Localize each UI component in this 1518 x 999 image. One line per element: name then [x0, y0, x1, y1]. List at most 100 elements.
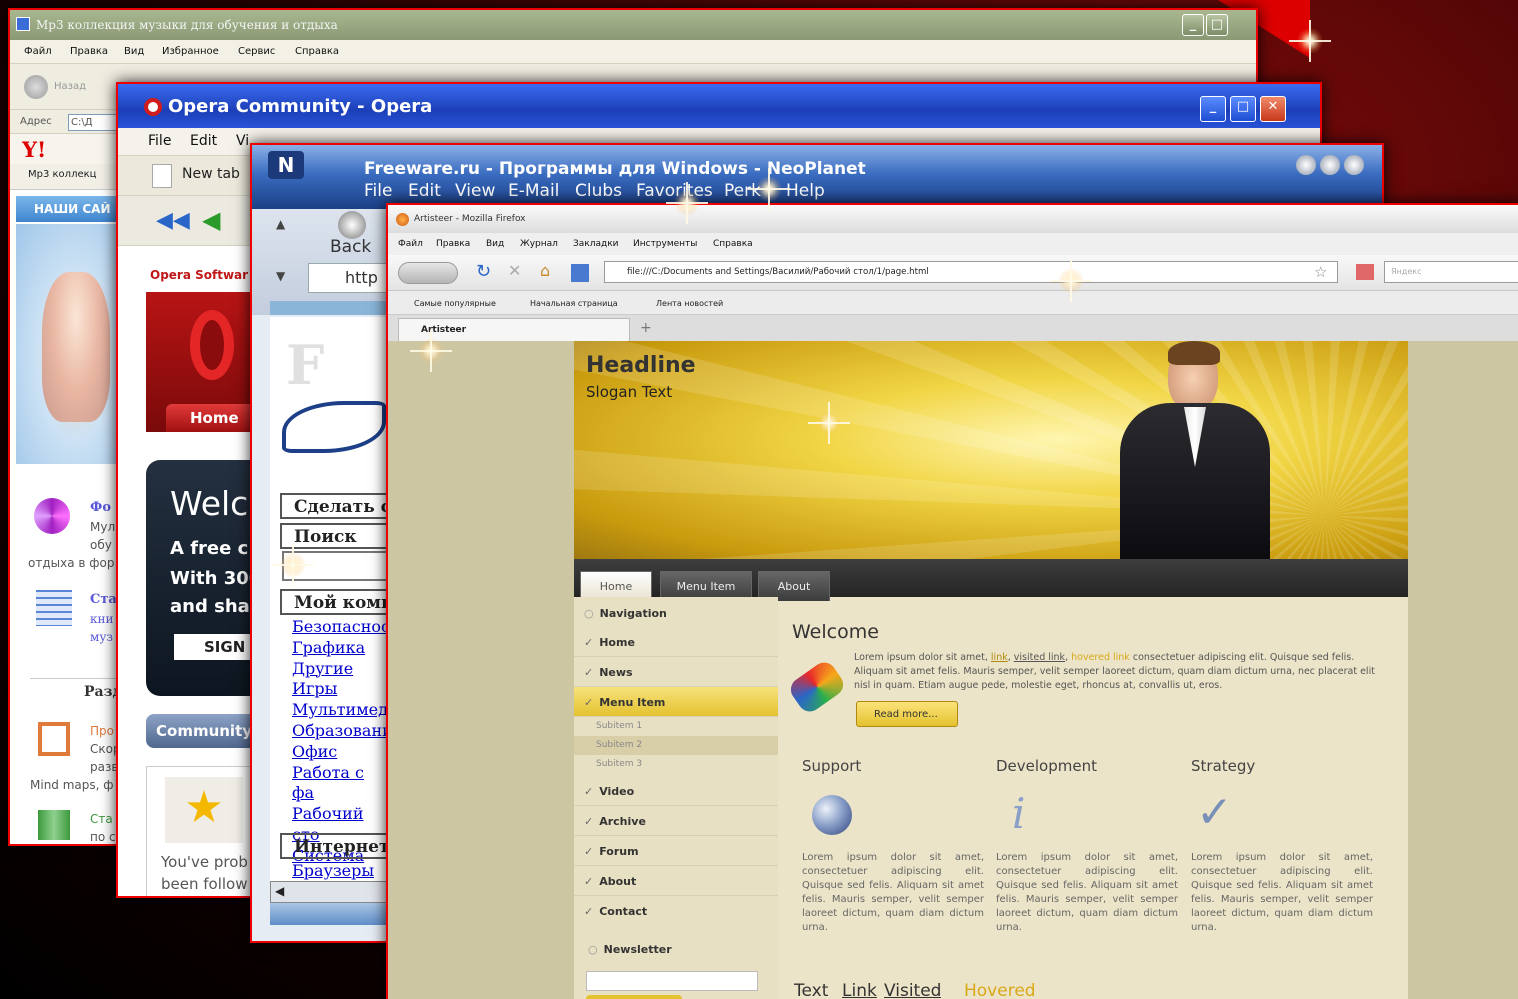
ie-minimize-button[interactable]: _ [1182, 14, 1204, 36]
sidebar-item-contact[interactable]: ✓ Contact [574, 896, 778, 926]
intro-visited-link[interactable]: visited link [1014, 652, 1065, 663]
opera-minimize-button[interactable]: _ [1200, 96, 1226, 122]
new-tab-plus-icon[interactable]: + [640, 320, 652, 336]
opera-sign-button[interactable]: SIGN [174, 634, 256, 660]
firefox-search-input[interactable]: Яндекс [1384, 261, 1518, 283]
neoplanet-hscrollbar[interactable]: ◀ [270, 881, 390, 903]
neoplanet-menu-clubs[interactable]: Clubs [575, 181, 622, 201]
footer-hovered-link[interactable]: Hovered [964, 981, 1036, 999]
footer-visited-link[interactable]: Visited [884, 981, 941, 999]
read-more-button[interactable]: Read more... [856, 701, 958, 727]
item1-title[interactable]: Фо [90, 500, 111, 515]
bookmark-start[interactable]: Начальная страница [530, 299, 618, 308]
ie-menu-view[interactable]: Вид [124, 46, 144, 57]
bookmark-popular[interactable]: Самые популярные [414, 299, 496, 308]
sidebar-item-menu-item[interactable]: ✓ Menu Item [574, 687, 778, 717]
neoplanet-back-label[interactable]: Back [330, 237, 371, 257]
opera-menu-view[interactable]: Vi [236, 133, 249, 149]
ie-menu-help[interactable]: Справка [295, 46, 339, 57]
stop-icon[interactable]: ✕ [508, 261, 521, 280]
ie-menu-file[interactable]: Файл [24, 46, 52, 57]
category-link-security[interactable]: Безопасност [292, 617, 399, 638]
neoplanet-titlebar[interactable]: N Freeware.ru - Программы для Windows - … [252, 145, 1382, 209]
new-tab-icon[interactable] [152, 164, 172, 188]
ie-maximize-button[interactable]: □ [1206, 14, 1228, 36]
firefox-menu-file[interactable]: Файл [398, 239, 423, 249]
bookmark-news[interactable]: Лента новостей [656, 299, 723, 308]
sidebar-item-archive[interactable]: ✓ Archive [574, 806, 778, 836]
neoplanet-menu-edit[interactable]: Edit [408, 181, 441, 201]
yahoo-logo-icon[interactable]: Y! [22, 137, 46, 162]
category-link-office[interactable]: Офис [292, 742, 390, 763]
scroll-down-icon[interactable]: ▼ [276, 269, 285, 283]
footer-link[interactable]: Link [842, 981, 877, 999]
firefox-menu-bookmarks[interactable]: Закладки [573, 239, 619, 249]
opera-home-tab[interactable]: Home [166, 404, 256, 432]
newsletter-button[interactable] [586, 995, 682, 999]
opera-titlebar[interactable]: Opera Community - Opera _ □ ✕ [118, 84, 1320, 128]
artisteer-slogan: Slogan Text [586, 383, 673, 401]
opera-menu-edit[interactable]: Edit [190, 133, 217, 149]
intro-link[interactable]: link [991, 652, 1008, 663]
sidebar-subitem-2[interactable]: Subitem 2 [574, 736, 778, 755]
sidebar-item-video[interactable]: ✓ Video [574, 776, 778, 806]
firefox-menu-tools[interactable]: Инструменты [633, 239, 697, 249]
item3-line2: разв [90, 760, 119, 774]
category-link-multimedia[interactable]: Мультимеди [292, 700, 399, 721]
scroll-up-icon[interactable]: ▲ [276, 217, 285, 231]
newsletter-input[interactable] [586, 971, 758, 991]
firefox-address-input[interactable]: file:///C:/Documents and Settings/Васили… [604, 261, 1338, 283]
neoplanet-address-input[interactable]: http [308, 263, 392, 293]
reload-icon[interactable]: ↻ [476, 261, 491, 282]
ie-menu-edit[interactable]: Правка [70, 46, 108, 57]
neoplanet-menu-email[interactable]: E-Mail [508, 181, 559, 201]
neoplanet-menu-view[interactable]: View [455, 181, 495, 201]
category-link-games[interactable]: Игры [292, 679, 390, 700]
make-homepage-label[interactable]: Сделать с [280, 493, 390, 519]
neoplanet-menu-help[interactable]: Help [786, 181, 825, 201]
opera-community-bar[interactable]: Community [146, 714, 256, 748]
category-link-browsers[interactable]: Браузеры [292, 861, 374, 880]
category-link-files[interactable]: Работа с фа [292, 763, 390, 805]
neoplanet-minimize-icon[interactable] [1296, 155, 1316, 175]
firefox-menu-edit[interactable]: Правка [436, 239, 470, 249]
neoplanet-maximize-icon[interactable] [1320, 155, 1340, 175]
category-link-education[interactable]: Образовани [292, 721, 393, 742]
back-forward-icon[interactable] [398, 262, 458, 284]
home-icon[interactable]: ⌂ [540, 261, 550, 280]
sidebar-subitem-3[interactable]: Subitem 3 [574, 755, 778, 774]
sidebar-item-home[interactable]: ✓ Home [574, 627, 778, 657]
opera-close-button[interactable]: ✕ [1260, 96, 1286, 122]
item3-title[interactable]: Про [90, 724, 114, 738]
ie-menu-tools[interactable]: Сервис [238, 46, 275, 57]
rewind-icon[interactable]: ◀◀ [156, 208, 190, 233]
ie-tab[interactable]: Mp3 коллекц [28, 169, 96, 180]
sidebar-item-forum[interactable]: ✓ Forum [574, 836, 778, 866]
neoplanet-menu-file[interactable]: File [364, 181, 392, 201]
item2-title[interactable]: Ста [90, 592, 117, 607]
back-arrow-icon[interactable]: ◀ [202, 206, 220, 234]
opera-new-tab-label[interactable]: New tab [182, 166, 240, 182]
neoplanet-close-icon[interactable] [1344, 155, 1364, 175]
back-arrow-icon[interactable] [24, 75, 48, 99]
category-link-other[interactable]: Другие [292, 659, 390, 680]
category-link-graphics[interactable]: Графика [292, 638, 390, 659]
star-bookmark-icon[interactable]: ☆ [1314, 263, 1327, 281]
intro-hovered-link[interactable]: hovered link [1071, 652, 1130, 663]
sidebar-item-news[interactable]: ✓ News [574, 657, 778, 687]
ie-menu-favorites[interactable]: Избранное [162, 46, 219, 57]
firefox-titlebar[interactable]: Artisteer - Mozilla Firefox [388, 205, 1518, 233]
ie-titlebar[interactable]: Mp3 коллекция музыки для обучения и отды… [10, 10, 1256, 40]
back-button-icon[interactable] [338, 211, 366, 239]
opera-menu-file[interactable]: File [148, 133, 171, 149]
opera-maximize-button[interactable]: □ [1230, 96, 1256, 122]
item4-title[interactable]: Ста [90, 812, 113, 826]
firefox-menu-history[interactable]: Журнал [520, 239, 558, 249]
sidebar-item-about[interactable]: ✓ About [574, 866, 778, 896]
scroll-left-icon[interactable]: ◀ [275, 884, 284, 898]
firefox-menu-help[interactable]: Справка [713, 239, 753, 249]
sidebar-subitem-1[interactable]: Subitem 1 [574, 717, 778, 736]
search-engine-icon[interactable] [1356, 264, 1374, 280]
bookmark-icon[interactable] [571, 264, 589, 282]
firefox-menu-view[interactable]: Вид [486, 239, 504, 249]
